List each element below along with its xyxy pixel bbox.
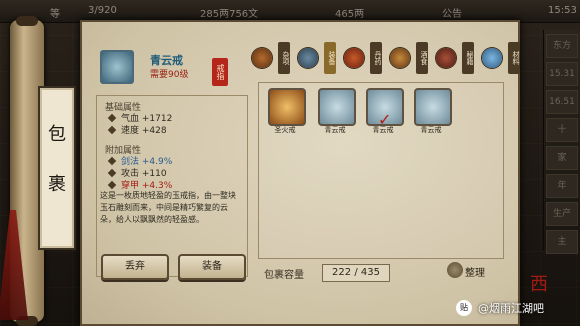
- right-strip-item[interactable]: 年: [546, 174, 578, 198]
- inventory-slot[interactable]: [414, 88, 452, 126]
- basic-stats-title: 基础属性: [105, 103, 142, 113]
- right-strip-item[interactable]: 东方: [546, 34, 578, 58]
- tab-food[interactable]: 酒食: [388, 42, 430, 76]
- item-type-stamp: 戒指: [212, 58, 228, 86]
- item-stats-panel: 基础属性 气血 +1712 速度 +428 附加属性 剑法 +4.9% 攻击 +…: [96, 95, 248, 277]
- slot-label: 圣火戒: [274, 126, 296, 134]
- item-description: 这是一枚质地轻盈的玉戒指，由一整块玉石雕刻而来，中间是精巧繁复的云朵，给人以飘飘…: [100, 191, 236, 224]
- right-strip-item[interactable]: 家: [546, 146, 578, 170]
- bullet-icon: [107, 168, 117, 178]
- slot-label: 青云戒: [372, 126, 394, 134]
- watermark-badge-icon: 贴: [456, 300, 472, 316]
- player-level: 等: [50, 9, 60, 20]
- watermark-text: @烟雨江湖吧: [478, 302, 544, 315]
- item-name: 青云戒: [150, 54, 183, 67]
- clock-text: 15:53: [548, 5, 577, 16]
- equipment-icon: [298, 48, 318, 68]
- tab-misc[interactable]: 杂项: [250, 42, 292, 76]
- tab-materials[interactable]: 材料: [480, 42, 522, 76]
- bullet-icon: [107, 113, 117, 123]
- slot-label: 青云戒: [324, 126, 346, 134]
- game-logo: 西: [530, 274, 548, 295]
- tab-manuals[interactable]: 秘籍: [434, 42, 476, 76]
- item-level-requirement: 需要90级: [150, 70, 189, 80]
- inventory-slot[interactable]: [268, 88, 306, 126]
- right-strip-item[interactable]: 主: [546, 230, 578, 254]
- bag-title-char-1: 包: [48, 124, 66, 145]
- sort-bag-icon[interactable]: [447, 262, 463, 278]
- bag-title-plaque: 包 裹: [38, 86, 76, 250]
- stat-row: 攻击 +110: [107, 168, 247, 180]
- equip-button[interactable]: 装备: [178, 254, 246, 280]
- right-strip-item[interactable]: 生产: [546, 202, 578, 226]
- right-strip-item[interactable]: 15.31: [546, 62, 578, 86]
- bag-title-char-2: 裹: [48, 174, 66, 195]
- sort-button[interactable]: 整理: [465, 264, 485, 279]
- stat-row: 剑法 +4.9%: [107, 156, 247, 168]
- gold-text: 465两: [335, 9, 365, 20]
- pill-icon: [344, 48, 364, 68]
- inventory-slot[interactable]: [318, 88, 356, 126]
- stat-row: 速度 +428: [107, 125, 247, 137]
- bullet-icon: [107, 156, 117, 166]
- money-text: 285两756文: [200, 9, 259, 20]
- extra-stats-title: 附加属性: [105, 146, 142, 156]
- notice-link[interactable]: 公告: [442, 5, 462, 20]
- capacity-value: 222 / 435: [322, 264, 390, 282]
- right-strip-item[interactable]: 十: [546, 118, 578, 142]
- bullet-icon: [107, 180, 117, 190]
- experience-text: 3/920: [88, 5, 117, 16]
- right-side-panel: 东方 15.31 16.51 十 家 年 生产 主: [543, 30, 580, 254]
- misc-bag-icon: [252, 48, 272, 68]
- discard-button[interactable]: 丢弃: [101, 254, 169, 280]
- manual-icon: [436, 48, 456, 68]
- tab-equipment[interactable]: 装备: [296, 42, 338, 76]
- bullet-icon: [107, 125, 117, 135]
- slot-label: 青云戒: [420, 126, 442, 134]
- food-icon: [390, 48, 410, 68]
- stat-row: 气血 +1712: [107, 113, 247, 125]
- selected-item-ring-icon: [100, 50, 134, 84]
- material-icon: [482, 48, 502, 68]
- tab-pills[interactable]: 丹药: [342, 42, 384, 76]
- right-strip-item[interactable]: 16.51: [546, 90, 578, 114]
- capacity-label: 包裹容量: [264, 270, 304, 281]
